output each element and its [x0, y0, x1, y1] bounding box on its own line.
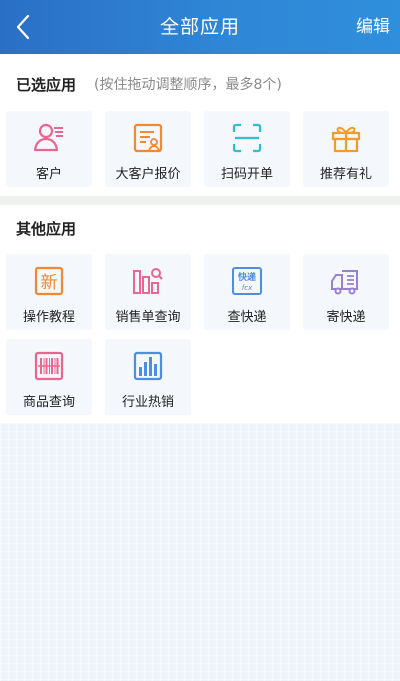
app-tile-sales-query[interactable]: 销售单查询 — [105, 254, 191, 330]
app-tile-tutorial[interactable]: 新 操作教程 — [6, 254, 92, 330]
product-query-icon — [33, 350, 65, 382]
selected-apps-title: 已选应用 — [16, 76, 77, 94]
app-label: 大客户报价 — [115, 167, 181, 182]
quote-icon — [132, 122, 164, 154]
industry-hot-icon — [132, 350, 164, 382]
customer-icon — [33, 122, 65, 154]
section-divider — [0, 196, 400, 205]
express-query-icon: 快递 fcx — [231, 265, 263, 297]
app-label: 操作教程 — [22, 310, 75, 325]
app-tile-customer[interactable]: 客户 — [6, 111, 92, 187]
scan-icon — [231, 122, 263, 154]
sales-query-icon — [132, 265, 164, 297]
app-label: 客户 — [35, 167, 62, 182]
tutorial-icon-glyph: 新 — [41, 273, 58, 293]
app-tile-big-customer-quote[interactable]: 大客户报价 — [105, 111, 191, 187]
app-tile-industry-hot[interactable]: 行业热销 — [105, 339, 191, 415]
app-label: 扫码开单 — [220, 167, 273, 182]
selected-apps-hint: (按住拖动调整顺序，最多8个) — [94, 77, 282, 93]
express-query-icon-glyph: 快递 — [238, 271, 256, 283]
app-label: 寄快递 — [326, 310, 366, 325]
express-query-icon-sub: fcx — [242, 284, 253, 292]
app-label: 推荐有礼 — [319, 167, 372, 182]
empty-background-area — [0, 423, 400, 681]
app-tile-referral-gift[interactable]: 推荐有礼 — [303, 111, 389, 187]
app-label: 查快递 — [227, 310, 267, 325]
app-tile-send-express[interactable]: 寄快递 — [303, 254, 389, 330]
app-label: 销售单查询 — [115, 310, 181, 325]
page-title: 全部应用 — [159, 16, 240, 38]
app-tile-express-query[interactable]: 快递 fcx 查快递 — [204, 254, 290, 330]
selected-apps-section: 已选应用 (按住拖动调整顺序，最多8个) 客户 大客户报价 扫码开单 推荐有礼 — [0, 54, 400, 196]
app-tile-product-query[interactable]: 商品查询 — [6, 339, 92, 415]
app-label: 商品查询 — [22, 395, 75, 410]
gift-icon — [330, 122, 362, 154]
app-label: 行业热销 — [121, 395, 174, 410]
other-apps-title: 其他应用 — [16, 220, 77, 238]
app-tile-scan-order[interactable]: 扫码开单 — [204, 111, 290, 187]
app-header: 全部应用 编辑 — [0, 0, 400, 54]
tutorial-icon: 新 — [33, 265, 65, 297]
edit-button[interactable]: 编辑 — [356, 0, 390, 54]
other-apps-section: 其他应用 新 操作教程 销售单查询 快递 fcx 查快递 寄快递 商品查询 行业… — [0, 205, 400, 423]
send-express-icon — [330, 265, 362, 297]
